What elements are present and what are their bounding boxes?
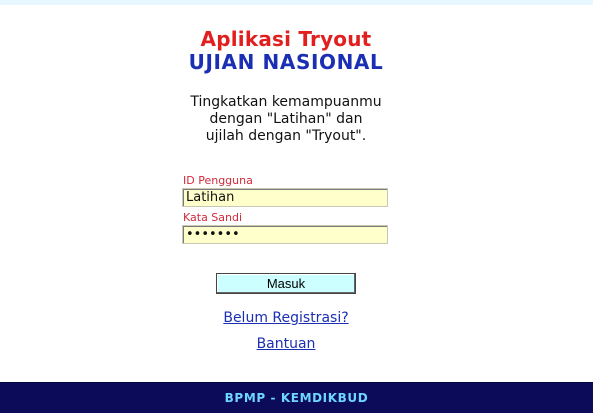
tagline-line: ujilah dengan "Tryout". <box>205 128 367 144</box>
top-strip <box>0 0 593 5</box>
tagline-line: Tingkatkan kemampuanmu <box>190 94 382 110</box>
tagline-line: dengan "Latihan" dan <box>209 111 363 127</box>
footer-bar: BPMP - KEMDIKBUD <box>0 382 593 413</box>
tagline: Tingkatkan kemampuanmu dengan "Latihan" … <box>0 94 572 145</box>
app-subtitle: UJIAN NASIONAL <box>188 50 384 74</box>
user-id-label: ID Pengguna <box>183 174 253 187</box>
login-button[interactable]: Masuk <box>216 273 356 294</box>
password-label: Kata Sandi <box>183 211 243 224</box>
user-id-input[interactable] <box>182 188 388 207</box>
app-title: Aplikasi Tryout <box>200 27 372 51</box>
help-link[interactable]: Bantuan <box>0 336 572 353</box>
password-input[interactable] <box>182 225 388 244</box>
register-link[interactable]: Belum Registrasi? <box>0 310 572 327</box>
footer-text: BPMP - KEMDIKBUD <box>224 391 369 405</box>
